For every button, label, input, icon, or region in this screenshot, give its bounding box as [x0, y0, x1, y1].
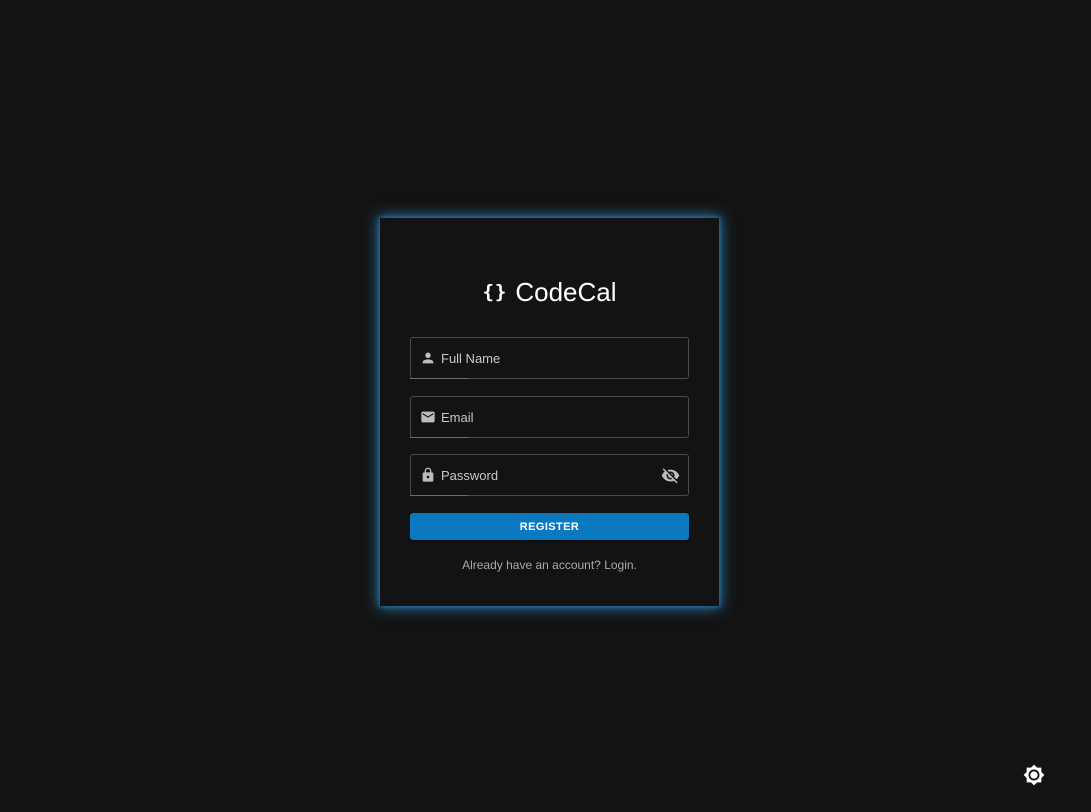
register-button[interactable]: REGISTER [410, 513, 689, 540]
full-name-field[interactable] [410, 337, 689, 379]
app-name: CodeCal [515, 276, 617, 307]
login-link[interactable]: Already have an account? Login. [380, 558, 719, 572]
password-input[interactable] [441, 455, 651, 495]
code-braces-icon: {} [482, 281, 508, 303]
email-field[interactable] [410, 396, 689, 438]
app-logo: {} CodeCal [380, 276, 719, 308]
field-accent [410, 378, 468, 379]
mail-icon [419, 409, 437, 425]
eye-off-icon[interactable] [661, 466, 680, 485]
lock-icon [420, 467, 436, 483]
register-card: {} CodeCal REGISTER Already have an acco… [380, 218, 719, 606]
email-input[interactable] [441, 397, 651, 437]
brightness-icon[interactable] [1023, 764, 1045, 786]
password-field[interactable] [410, 454, 689, 496]
field-accent [410, 437, 468, 438]
full-name-input[interactable] [441, 338, 651, 378]
field-accent [410, 495, 468, 496]
person-icon [420, 350, 436, 366]
